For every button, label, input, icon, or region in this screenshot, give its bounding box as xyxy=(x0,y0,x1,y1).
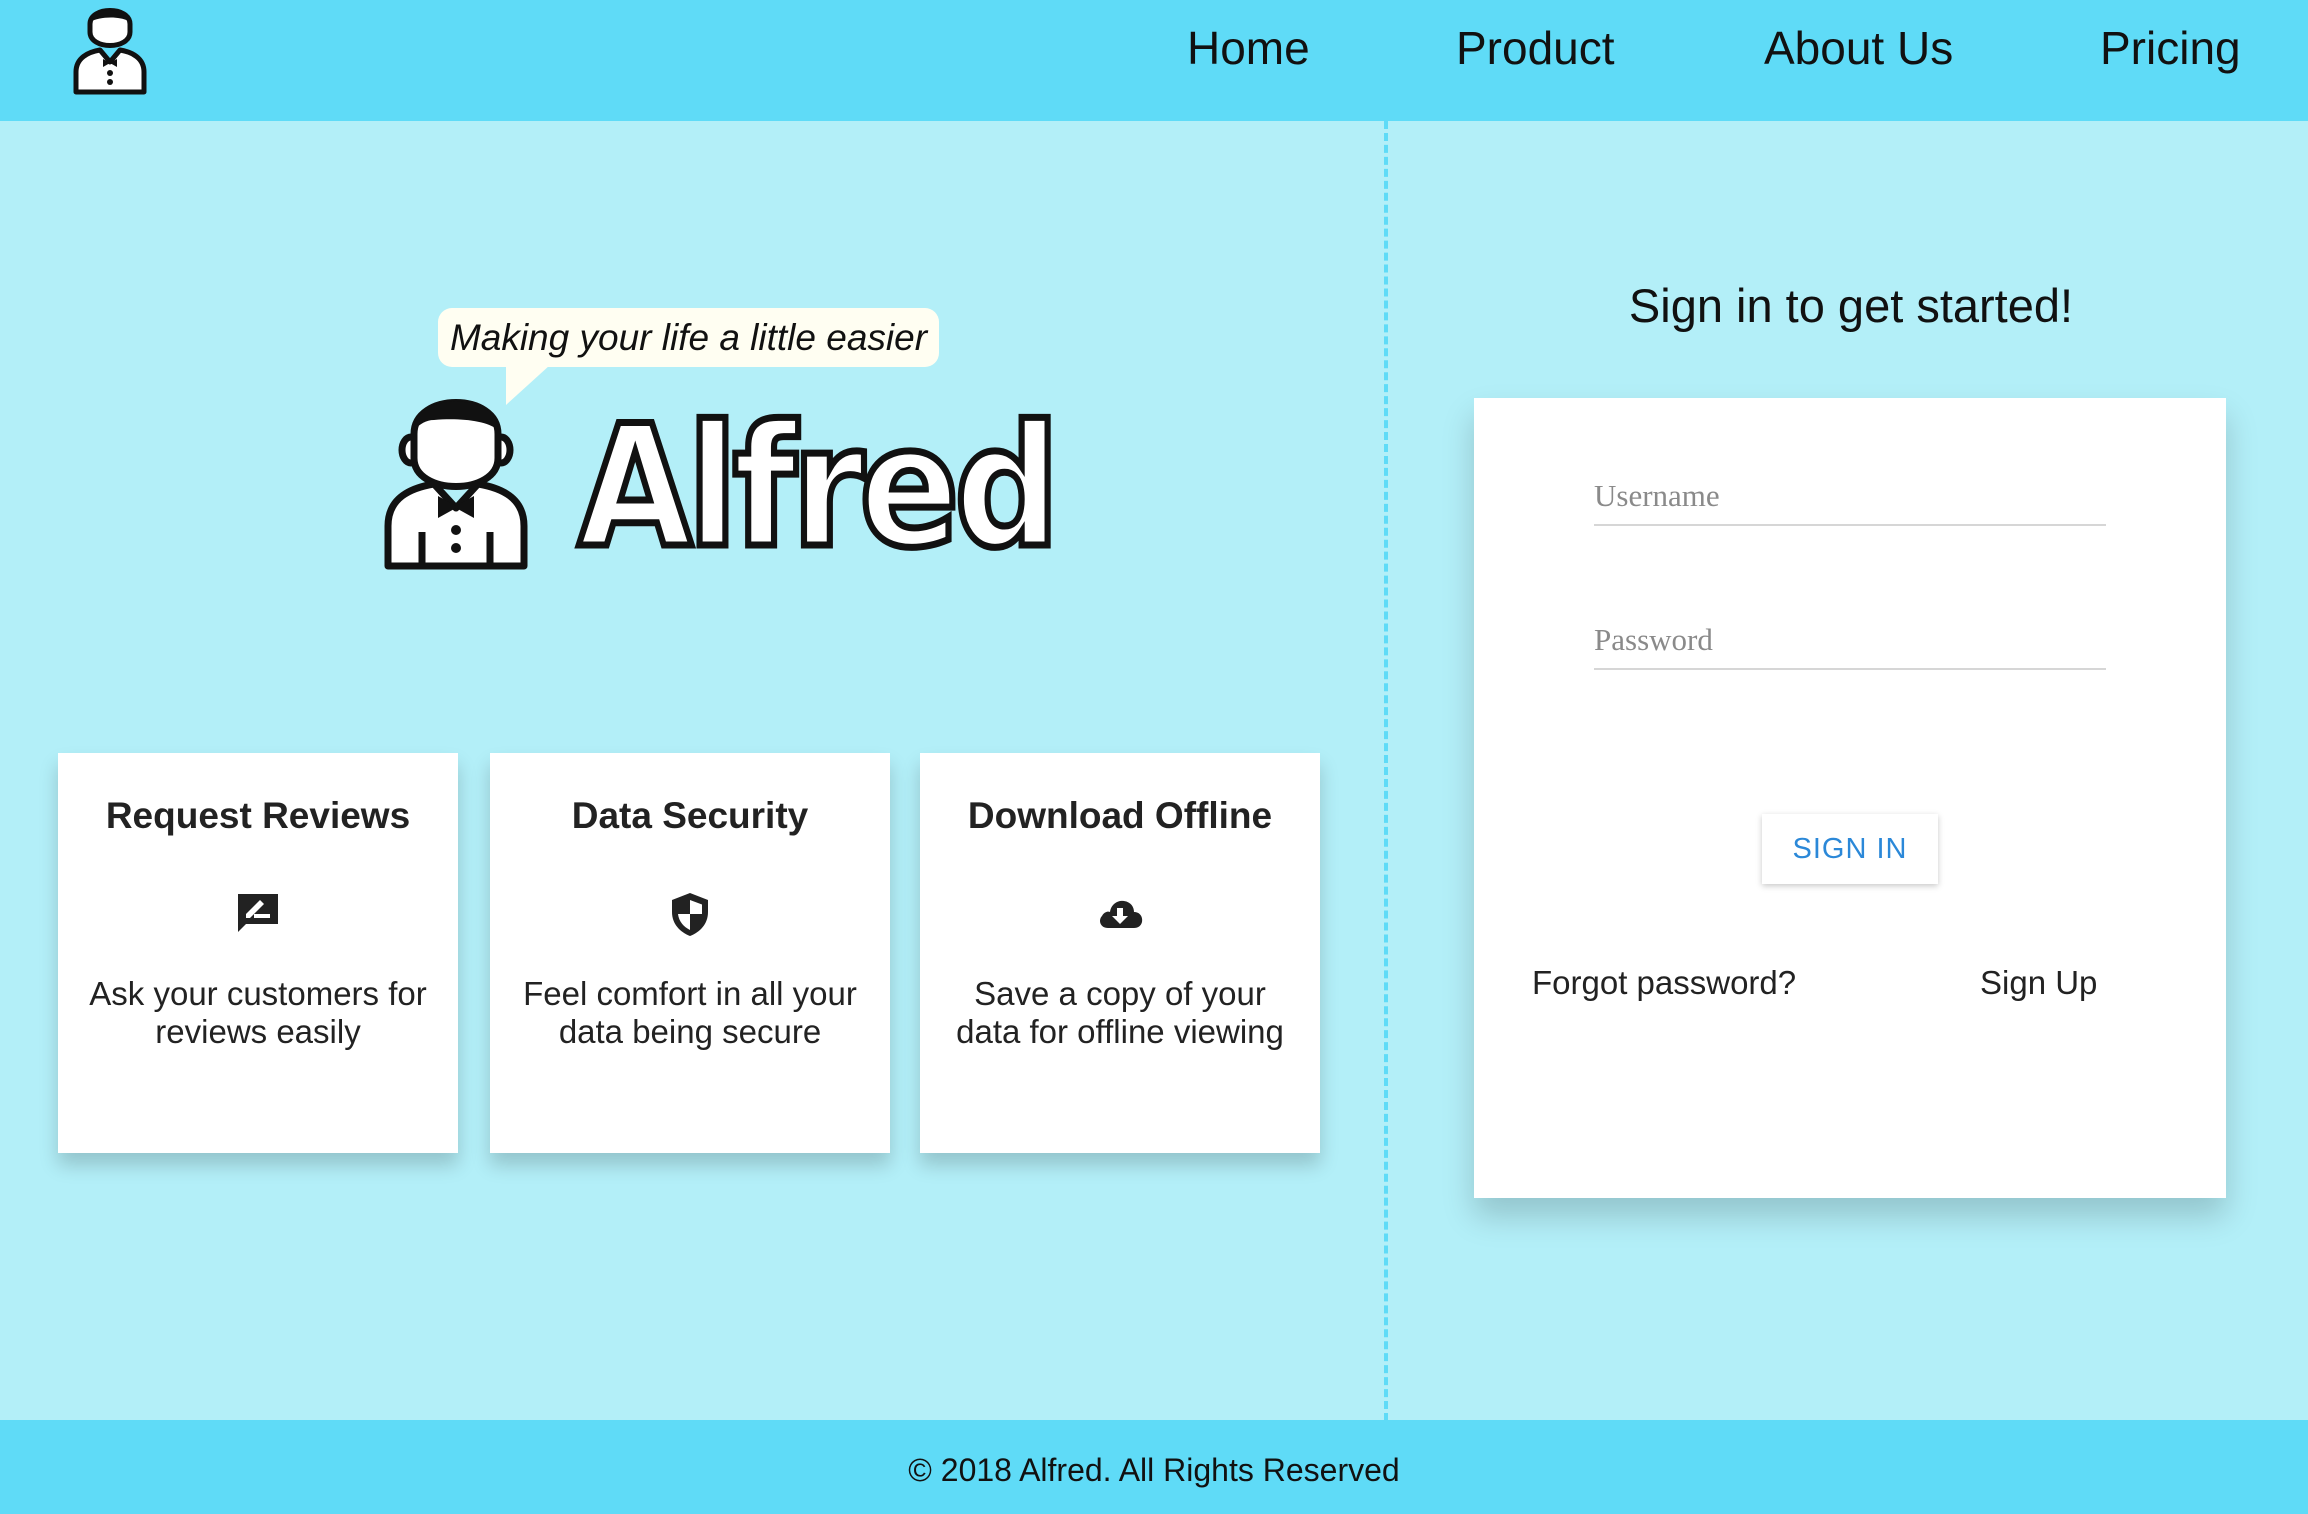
username-input[interactable] xyxy=(1594,468,2106,524)
brand-name-logo: Alfred xyxy=(575,389,1063,585)
forgot-password-link[interactable]: Forgot password? xyxy=(1532,964,1796,1002)
feature-card-title: Download Offline xyxy=(967,795,1273,836)
nav-pricing-link[interactable]: Pricing xyxy=(2100,18,2241,78)
username-field xyxy=(1594,468,2106,526)
butler-mascot-icon xyxy=(382,384,530,570)
cloud-download-icon xyxy=(1096,890,1144,938)
footer: © 2018 Alfred. All Rights Reserved xyxy=(0,1420,2308,1514)
feature-card-description: Save a copy of your data for offline vie… xyxy=(956,975,1284,1050)
password-field xyxy=(1594,612,2106,670)
top-nav-bar: Home Product About Us Pricing xyxy=(0,0,2308,121)
sign-up-link[interactable]: Sign Up xyxy=(1980,964,2097,1002)
cloud-download-svg xyxy=(1100,900,1143,928)
rate-review-icon xyxy=(234,890,282,938)
signin-heading: Sign in to get started! xyxy=(1628,279,2074,332)
copyright-text: © 2018 Alfred. All Rights Reserved xyxy=(908,1452,1400,1488)
butler-icon[interactable] xyxy=(70,0,150,95)
feature-card-description: Ask your customers for reviews easily xyxy=(89,975,427,1050)
nav-home-link[interactable]: Home xyxy=(1187,18,1310,78)
feature-card-description: Feel comfort in all your data being secu… xyxy=(523,975,857,1050)
rate-review-svg xyxy=(238,894,278,932)
feature-card-title: Data Security xyxy=(571,795,809,836)
password-input[interactable] xyxy=(1594,612,2106,668)
security-shield-icon xyxy=(666,890,714,938)
nav-product-link[interactable]: Product xyxy=(1456,18,1615,78)
butler-mascot-svg xyxy=(384,399,528,570)
security-shield-svg xyxy=(672,893,708,936)
feature-card-data-security: Data Security Feel comfort in all your d… xyxy=(490,753,890,1153)
butler-logo-svg xyxy=(73,8,147,95)
sign-in-button[interactable]: SIGN IN xyxy=(1762,814,1938,884)
feature-card-title: Request Reviews xyxy=(105,795,411,836)
tagline-speech-bubble: Making your life a little easier xyxy=(438,308,939,367)
signin-card: SIGN IN Forgot password? Sign Up xyxy=(1474,398,2226,1198)
feature-card-download-offline: Download Offline Save a copy of your dat… xyxy=(920,753,1320,1153)
nav-about-us-link[interactable]: About Us xyxy=(1764,18,1953,78)
feature-card-request-reviews: Request Reviews Ask your customers for r… xyxy=(58,753,458,1153)
section-divider xyxy=(1384,121,1388,1421)
